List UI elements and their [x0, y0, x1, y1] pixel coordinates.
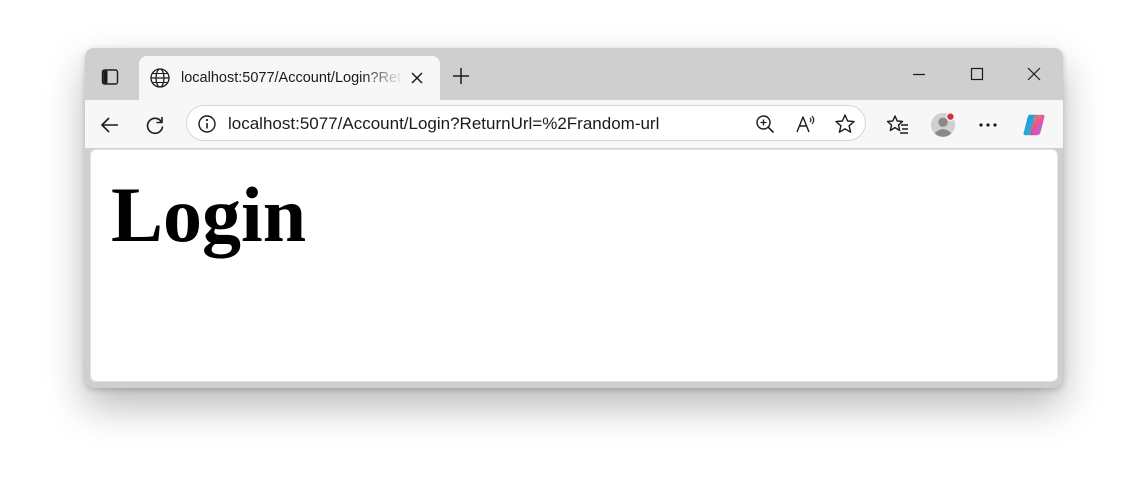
tab-bar: localhost:5077/Account/Login?ReturnUrl=%…	[85, 48, 1063, 100]
zoom-in-icon	[756, 115, 775, 134]
page-title: Login	[111, 171, 307, 258]
address-bar[interactable]: localhost:5077/Account/Login?ReturnUrl=%…	[186, 105, 866, 141]
close-icon	[411, 72, 423, 84]
maximize-icon	[970, 67, 984, 81]
copilot-icon	[1023, 114, 1045, 136]
favorites-icon	[886, 115, 908, 134]
page-content: Login	[90, 149, 1058, 382]
globe-icon	[150, 68, 170, 88]
tab-actions-button[interactable]	[99, 66, 121, 88]
minimize-icon	[913, 73, 925, 76]
browser-window: localhost:5077/Account/Login?ReturnUrl=%…	[85, 48, 1063, 388]
profile-avatar-icon	[930, 112, 956, 138]
favorite-button[interactable]	[833, 112, 857, 136]
settings-more-button[interactable]	[975, 112, 1001, 138]
close-window-button[interactable]	[1022, 62, 1046, 86]
minimize-button[interactable]	[907, 62, 931, 86]
more-icon	[979, 123, 997, 127]
arrow-left-icon	[101, 117, 118, 133]
navigation-toolbar: localhost:5077/Account/Login?ReturnUrl=%…	[85, 100, 1063, 148]
maximize-button[interactable]	[965, 62, 989, 86]
copilot-button[interactable]	[1021, 112, 1047, 138]
info-icon[interactable]	[197, 114, 217, 134]
close-icon	[1027, 67, 1041, 81]
favorites-button[interactable]	[885, 112, 911, 138]
read-aloud-icon	[796, 115, 815, 133]
read-aloud-button[interactable]	[794, 112, 818, 136]
tab-title: localhost:5077/Account/Login?ReturnUrl=%…	[181, 70, 403, 86]
back-button[interactable]	[97, 112, 123, 138]
url-text[interactable]: localhost:5077/Account/Login?ReturnUrl=%…	[228, 114, 659, 134]
plus-icon	[453, 68, 469, 84]
profile-button[interactable]	[930, 112, 956, 138]
star-icon	[835, 114, 855, 133]
tab-active[interactable]: localhost:5077/Account/Login?ReturnUrl=%…	[139, 56, 440, 100]
refresh-button[interactable]	[142, 112, 168, 138]
tab-actions-icon	[101, 69, 119, 85]
close-tab-button[interactable]	[407, 68, 427, 88]
zoom-button[interactable]	[753, 112, 777, 136]
refresh-icon	[146, 117, 164, 135]
new-tab-button[interactable]	[449, 64, 473, 88]
